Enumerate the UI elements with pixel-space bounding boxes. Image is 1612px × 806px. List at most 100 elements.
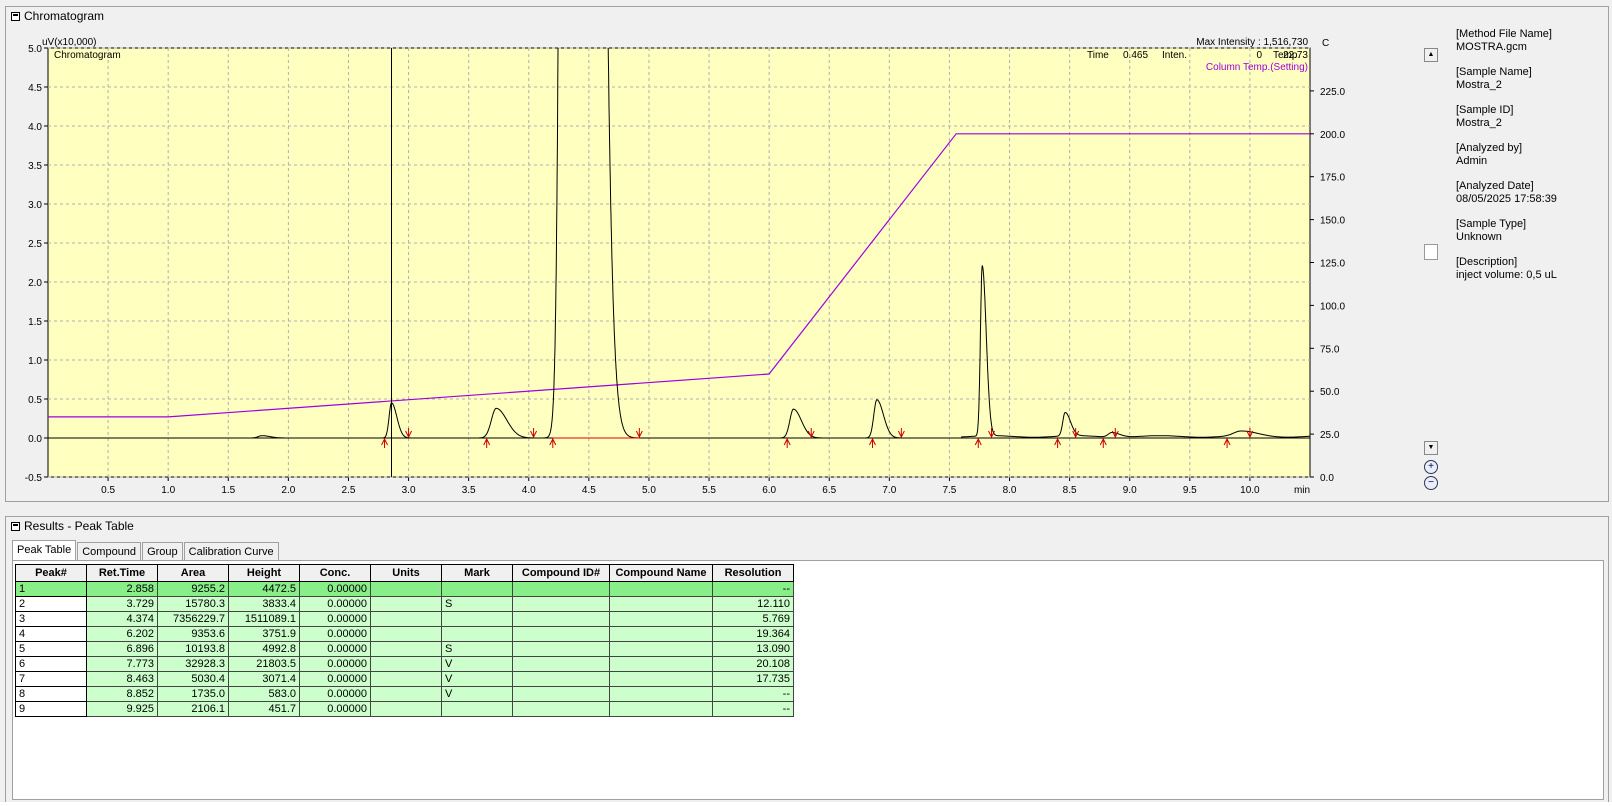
table-cell[interactable]: 0.00000 bbox=[299, 611, 371, 627]
table-cell[interactable] bbox=[512, 656, 610, 672]
table-cell[interactable] bbox=[370, 641, 442, 657]
table-row[interactable]: 1 2.858 9255.2 4472.5 0.00000 -- bbox=[15, 581, 794, 597]
table-cell[interactable] bbox=[512, 701, 610, 717]
table-cell[interactable] bbox=[370, 671, 442, 687]
table-cell[interactable] bbox=[609, 686, 713, 702]
table-cell[interactable]: 12.110 bbox=[712, 596, 794, 612]
table-cell[interactable]: V bbox=[441, 686, 513, 702]
table-cell[interactable] bbox=[512, 611, 610, 627]
chromatogram-chart[interactable]: 0.5 1.0 1.5 2.0 2.5 3.0 3.5 4.0 4.5 5.0 5.5 6.0 6.5 7… bbox=[0, 0, 1612, 510]
column-header[interactable]: Height bbox=[228, 564, 300, 582]
table-cell[interactable]: 0.00000 bbox=[299, 671, 371, 687]
table-cell[interactable]: 451.7 bbox=[228, 701, 300, 717]
table-cell[interactable]: 7 bbox=[15, 671, 87, 687]
table-cell[interactable]: V bbox=[441, 671, 513, 687]
table-cell[interactable] bbox=[609, 701, 713, 717]
table-cell[interactable]: 17.735 bbox=[712, 671, 794, 687]
table-cell[interactable] bbox=[512, 686, 610, 702]
table-cell[interactable]: 0.00000 bbox=[299, 656, 371, 672]
table-cell[interactable]: 3833.4 bbox=[228, 596, 300, 612]
table-cell[interactable]: 9255.2 bbox=[157, 581, 229, 597]
table-cell[interactable]: 9.925 bbox=[86, 701, 158, 717]
table-row[interactable]: 6 7.773 32928.3 21803.5 0.00000 V 20.108 bbox=[15, 656, 794, 672]
column-header[interactable]: Area bbox=[157, 564, 229, 582]
table-row[interactable]: 7 8.463 5030.4 3071.4 0.00000 V 17.735 bbox=[15, 671, 794, 687]
table-cell[interactable] bbox=[370, 611, 442, 627]
table-cell[interactable]: 2.858 bbox=[86, 581, 158, 597]
table-cell[interactable]: 0.00000 bbox=[299, 596, 371, 612]
table-cell[interactable] bbox=[512, 581, 610, 597]
tab-compound[interactable]: Compound bbox=[77, 542, 142, 561]
table-cell[interactable] bbox=[512, 596, 610, 612]
table-cell[interactable]: 4 bbox=[15, 626, 87, 642]
table-cell[interactable] bbox=[441, 626, 513, 642]
table-cell[interactable]: -- bbox=[712, 581, 794, 597]
table-cell[interactable]: 0.00000 bbox=[299, 581, 371, 597]
zoom-out-icon[interactable]: − bbox=[1424, 476, 1438, 490]
scroll-up-icon[interactable]: ▲ bbox=[1424, 48, 1438, 62]
table-cell[interactable]: 6.896 bbox=[86, 641, 158, 657]
table-cell[interactable] bbox=[609, 596, 713, 612]
column-header[interactable]: Units bbox=[370, 564, 442, 582]
table-cell[interactable]: 15780.3 bbox=[157, 596, 229, 612]
table-cell[interactable]: 583.0 bbox=[228, 686, 300, 702]
tab-calibration-curve[interactable]: Calibration Curve bbox=[183, 542, 279, 561]
table-cell[interactable] bbox=[609, 671, 713, 687]
table-cell[interactable]: 1 bbox=[15, 581, 87, 597]
table-cell[interactable] bbox=[609, 656, 713, 672]
table-cell[interactable]: 5.769 bbox=[712, 611, 794, 627]
table-cell[interactable] bbox=[609, 611, 713, 627]
table-cell[interactable]: 13.090 bbox=[712, 641, 794, 657]
table-cell[interactable] bbox=[441, 701, 513, 717]
table-cell[interactable]: 1511089.1 bbox=[228, 611, 300, 627]
table-cell[interactable]: 1735.0 bbox=[157, 686, 229, 702]
table-cell[interactable]: 21803.5 bbox=[228, 656, 300, 672]
table-cell[interactable] bbox=[609, 641, 713, 657]
table-cell[interactable]: 32928.3 bbox=[157, 656, 229, 672]
table-cell[interactable]: 9 bbox=[15, 701, 87, 717]
table-cell[interactable]: S bbox=[441, 641, 513, 657]
table-cell[interactable]: 10193.8 bbox=[157, 641, 229, 657]
table-row[interactable]: 9 9.925 2106.1 451.7 0.00000 -- bbox=[15, 701, 794, 717]
table-cell[interactable] bbox=[370, 581, 442, 597]
zoom-in-icon[interactable]: + bbox=[1424, 460, 1438, 474]
table-cell[interactable]: 3.729 bbox=[86, 596, 158, 612]
table-cell[interactable]: 8 bbox=[15, 686, 87, 702]
table-cell[interactable]: 0.00000 bbox=[299, 626, 371, 642]
table-cell[interactable]: 3071.4 bbox=[228, 671, 300, 687]
table-cell[interactable] bbox=[512, 671, 610, 687]
table-cell[interactable]: 4992.8 bbox=[228, 641, 300, 657]
table-cell[interactable]: 6 bbox=[15, 656, 87, 672]
table-cell[interactable]: 8.463 bbox=[86, 671, 158, 687]
column-header[interactable]: Resolution bbox=[712, 564, 794, 582]
table-cell[interactable]: 19.364 bbox=[712, 626, 794, 642]
table-row[interactable]: 5 6.896 10193.8 4992.8 0.00000 S 13.090 bbox=[15, 641, 794, 657]
tab-group[interactable]: Group bbox=[142, 542, 183, 561]
table-cell[interactable] bbox=[370, 656, 442, 672]
table-cell[interactable]: 7356229.7 bbox=[157, 611, 229, 627]
scroll-thumb[interactable] bbox=[1424, 244, 1438, 260]
table-cell[interactable]: 5 bbox=[15, 641, 87, 657]
table-cell[interactable]: 0.00000 bbox=[299, 641, 371, 657]
table-row[interactable]: 4 6.202 9353.6 3751.9 0.00000 19.364 bbox=[15, 626, 794, 642]
table-cell[interactable] bbox=[370, 596, 442, 612]
table-cell[interactable]: V bbox=[441, 656, 513, 672]
window-icon[interactable] bbox=[11, 522, 20, 531]
column-header[interactable]: Ret.Time bbox=[86, 564, 158, 582]
table-cell[interactable] bbox=[370, 701, 442, 717]
table-cell[interactable]: 8.852 bbox=[86, 686, 158, 702]
table-cell[interactable]: 2106.1 bbox=[157, 701, 229, 717]
table-cell[interactable]: 3751.9 bbox=[228, 626, 300, 642]
table-cell[interactable]: 3 bbox=[15, 611, 87, 627]
table-row[interactable]: 3 4.374 7356229.7 1511089.1 0.00000 5.769 bbox=[15, 611, 794, 627]
table-cell[interactable] bbox=[609, 581, 713, 597]
table-cell[interactable]: -- bbox=[712, 686, 794, 702]
scroll-down-icon[interactable]: ▼ bbox=[1424, 441, 1438, 455]
table-cell[interactable] bbox=[441, 611, 513, 627]
table-cell[interactable]: S bbox=[441, 596, 513, 612]
column-header[interactable]: Conc. bbox=[299, 564, 371, 582]
column-header[interactable]: Compound ID# bbox=[512, 564, 610, 582]
table-cell[interactable]: 4472.5 bbox=[228, 581, 300, 597]
table-cell[interactable]: 9353.6 bbox=[157, 626, 229, 642]
table-cell[interactable]: 2 bbox=[15, 596, 87, 612]
